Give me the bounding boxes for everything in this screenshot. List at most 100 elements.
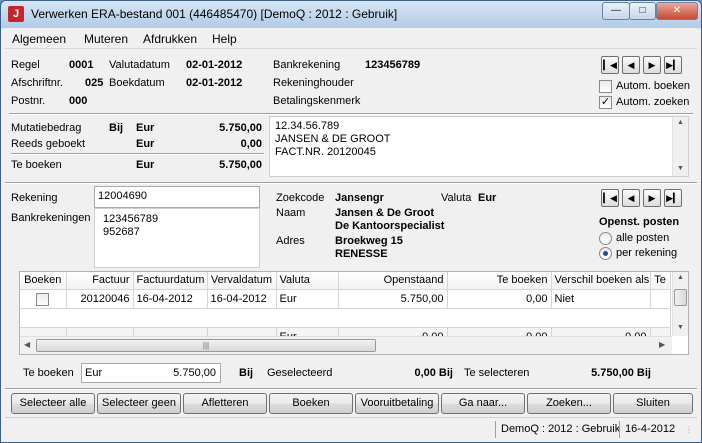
te-selecteren-label: Te selecteren (464, 367, 530, 379)
record-next-button[interactable]: ▶ (643, 56, 661, 74)
boeken-button[interactable]: Boeken (269, 393, 353, 414)
col-verschil[interactable]: Verschil boeken als (551, 272, 651, 290)
prev-record-icon: ◀ (627, 193, 635, 203)
resize-grip-icon[interactable]: ⋮ (685, 425, 693, 434)
main-window: J Verwerken ERA-bestand 001 (446485470) … (0, 0, 702, 443)
scroll-up-icon: ▲ (677, 119, 684, 126)
valutadatum-value: 02-01-2012 (186, 59, 243, 71)
te-boeken-currency: Eur (136, 159, 155, 171)
record-first-button[interactable]: ▎◀ (601, 56, 619, 74)
description-scrollbar[interactable]: ▲ ▼ (672, 117, 688, 176)
mutatiebedrag-direction: Bij (109, 122, 124, 134)
cell-te-boeken[interactable]: 0,00 (447, 289, 552, 309)
selecteer-geen-button[interactable]: Selecteer geen (97, 393, 181, 414)
prev-record-icon: ◀ (627, 60, 635, 70)
record-last-button[interactable]: ▶▎ (664, 56, 682, 74)
next-record-icon: ▶ (648, 193, 656, 203)
col-valuta[interactable]: Valuta (276, 272, 339, 290)
divider (9, 113, 693, 115)
cell-factuurdatum[interactable]: 16-04-2012 (133, 289, 208, 309)
amounts-divider (11, 153, 264, 155)
reeds-geboekt-label: Reeds geboekt (11, 138, 85, 150)
te-boeken-value: 5.750,00 (219, 159, 262, 171)
naam-line2: De Kantoorspecialist (335, 220, 445, 232)
minimize-icon: — (611, 5, 621, 16)
col-openstaand[interactable]: Openstaand (338, 272, 448, 290)
footer-te-boeken-input[interactable]: Eur 5.750,00 (81, 363, 221, 383)
vooruitbetaling-button[interactable]: Vooruitbetaling (355, 393, 439, 414)
close-icon: ✕ (672, 5, 682, 16)
per-rekening-radio[interactable] (599, 247, 612, 260)
record-prev-button[interactable]: ◀ (622, 56, 640, 74)
autom-boeken-label: Autom. boeken (616, 80, 690, 92)
geselecteerd-value: 0,00 Bij (414, 367, 453, 379)
footer-currency: Eur (85, 367, 103, 379)
boekdatum-label: Boekdatum (109, 77, 165, 89)
close-button[interactable]: ✕ (656, 2, 698, 20)
afletteren-button[interactable]: Afletteren (183, 393, 267, 414)
list-item[interactable]: 952687 (103, 226, 140, 238)
mutatiebedrag-currency: Eur (136, 122, 155, 134)
valutadatum-label: Valutadatum (109, 59, 170, 71)
rekening-input[interactable]: 12004690 (94, 186, 260, 208)
menu-afdrukken[interactable]: Afdrukken (143, 32, 197, 46)
cell-vervaldatum[interactable]: 16-04-2012 (207, 289, 277, 309)
col-vervaldatum[interactable]: Vervaldatum (207, 272, 277, 290)
relation-prev-button[interactable]: ◀ (622, 189, 640, 207)
section-divider (5, 182, 697, 184)
app-logo-icon: J (8, 6, 24, 22)
window-title: Verwerken ERA-bestand 001 (446485470) [D… (31, 7, 398, 21)
valuta-label: Valuta (441, 192, 472, 204)
adres-line1: Broekweg 15 (335, 235, 403, 247)
bankrekeningen-label: Bankrekeningen (11, 212, 91, 224)
relation-next-button[interactable]: ▶ (643, 189, 661, 207)
scroll-right-icon: ▶ (659, 340, 666, 349)
maximize-icon: □ (639, 5, 646, 16)
cell-factuur[interactable]: 20120046 (66, 289, 134, 309)
maximize-button[interactable]: □ (629, 2, 656, 20)
naam-line1: Jansen & De Groot (335, 207, 435, 219)
grid-vscroll[interactable]: ▲ ▼ (672, 272, 688, 336)
boeken-checkbox[interactable] (36, 292, 50, 306)
betalingskenmerk-label: Betalingskenmerk (273, 95, 361, 107)
mutatiebedrag-label: Mutatiebedrag (11, 122, 82, 134)
minimize-button[interactable]: — (602, 2, 630, 20)
scroll-up-icon: ▲ (677, 274, 684, 281)
zoekcode-value: Jansengr (335, 192, 384, 204)
scroll-thumb[interactable] (674, 289, 687, 306)
next-record-icon: ▶ (648, 60, 656, 70)
autom-zoeken-checkbox[interactable]: ✓ (599, 96, 612, 109)
menu-algemeen[interactable]: Algemeen (12, 32, 66, 46)
bankrekeningen-list[interactable]: 123456789 952687 (94, 208, 260, 268)
reeds-geboekt-currency: Eur (136, 138, 155, 150)
description-box[interactable]: 12.34.56.789 JANSEN & DE GROOT FACT.NR. … (269, 116, 689, 177)
list-item[interactable]: 123456789 (103, 213, 158, 225)
menu-muteren[interactable]: Muteren (84, 32, 128, 46)
title-bar[interactable]: J Verwerken ERA-bestand 001 (446485470) … (1, 1, 701, 28)
alle-posten-radio[interactable] (599, 232, 612, 245)
col-te[interactable]: Te (650, 272, 671, 290)
description-line: JANSEN & DE GROOT (275, 133, 391, 145)
rekening-label: Rekening (11, 192, 58, 204)
relation-first-button[interactable]: ▎◀ (601, 189, 619, 207)
open-items-grid[interactable]: Boeken Factuur Factuurdatum Vervaldatum … (19, 271, 689, 355)
col-te-boeken[interactable]: Te boeken (447, 272, 552, 290)
cell-openstaand[interactable]: 5.750,00 (338, 289, 448, 309)
grid-hscroll[interactable]: ◀ ||| ▶ (20, 336, 672, 354)
menu-help[interactable]: Help (212, 32, 237, 46)
col-boeken[interactable]: Boeken (20, 272, 67, 290)
selecteer-alle-button[interactable]: Selecteer alle (11, 393, 95, 414)
cell-valuta[interactable]: Eur (276, 289, 339, 309)
cell-verschil[interactable]: Niet (551, 289, 651, 309)
table-row[interactable]: 20120046 16-04-2012 16-04-2012 Eur 5.750… (20, 289, 671, 309)
valuta-value: Eur (478, 192, 497, 204)
sluiten-button[interactable]: Sluiten (613, 393, 693, 414)
zoeken-button[interactable]: Zoeken... (527, 393, 611, 414)
hscroll-thumb[interactable]: ||| (36, 339, 376, 352)
menu-bar: Algemeen Muteren Afdrukken Help (5, 28, 697, 49)
col-factuurdatum[interactable]: Factuurdatum (133, 272, 208, 290)
ga-naar-button[interactable]: Ga naar... (441, 393, 525, 414)
relation-last-button[interactable]: ▶▎ (664, 189, 682, 207)
col-factuur[interactable]: Factuur (66, 272, 134, 290)
autom-boeken-checkbox[interactable] (599, 80, 612, 93)
